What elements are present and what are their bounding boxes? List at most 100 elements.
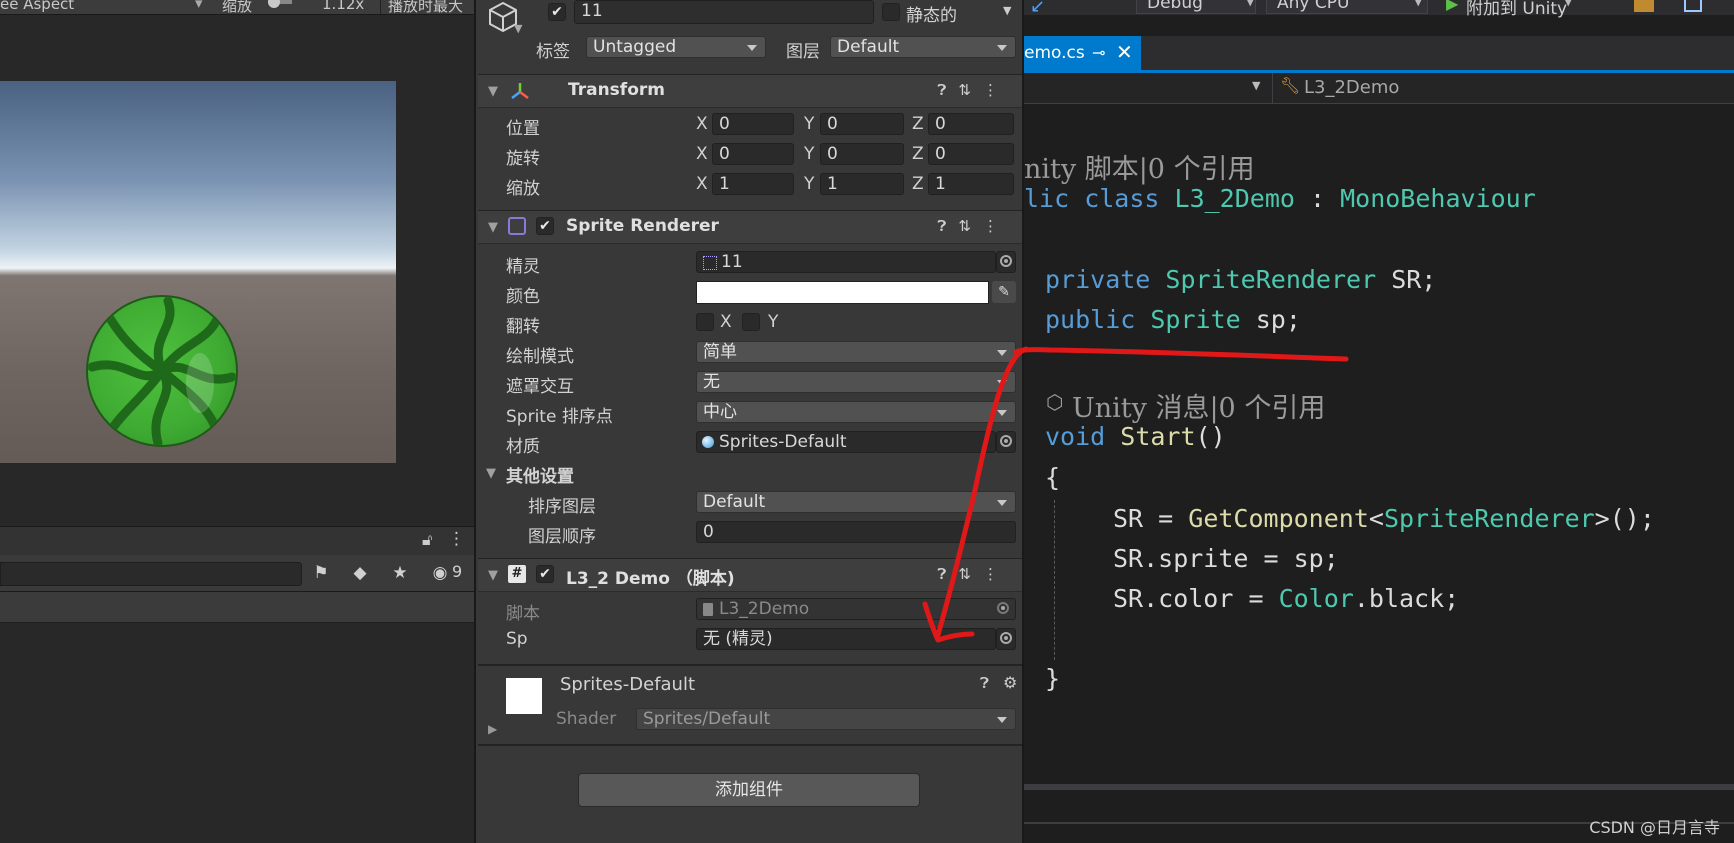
nav-back-icon[interactable]: ↙	[1030, 0, 1045, 17]
hierarchy-search-input[interactable]	[0, 562, 302, 586]
additional-settings-triangle-icon[interactable]: ▼	[486, 466, 496, 481]
code-line-field-sp[interactable]: public Sprite sp;	[1045, 305, 1301, 334]
code-brace-close[interactable]: }	[1045, 664, 1060, 693]
position-y-input[interactable]: 0	[820, 113, 904, 135]
position-x-input[interactable]: 0	[712, 113, 794, 135]
filter-icon[interactable]: ⚑	[310, 562, 332, 584]
material-name: Sprites-Default	[560, 674, 696, 695]
position-x-axis-label: X	[696, 114, 708, 134]
watermelon-stripes	[88, 297, 236, 445]
expand-triangle-icon[interactable]: ▶	[488, 722, 497, 736]
rotation-y-axis-label: Y	[804, 144, 815, 164]
window-icon[interactable]	[1684, 0, 1702, 12]
more-icon[interactable]: ⋮	[983, 81, 1010, 99]
help-icon[interactable]: ❓︎	[937, 81, 958, 99]
aspect-dropdown[interactable]: ee Aspect	[0, 0, 74, 13]
script-enabled-checkbox[interactable]: ✔	[536, 565, 554, 583]
order-in-layer-input[interactable]: 0	[696, 521, 1016, 543]
component-header-icons[interactable]: ❓︎⇅⋮	[937, 81, 1010, 99]
more-icon[interactable]: ⋮	[983, 565, 1010, 583]
collapse-triangle-icon[interactable]: ▼	[488, 568, 498, 583]
sorting-layer-dropdown[interactable]: Default	[696, 491, 1016, 513]
shader-dropdown[interactable]: Sprites/Default	[636, 708, 1016, 730]
attach-to-unity-button[interactable]: 附加到 Unity	[1466, 0, 1567, 19]
help-icon[interactable]: ❓︎	[937, 565, 958, 583]
code-line-field-sr[interactable]: private SpriteRenderer SR;	[1045, 265, 1436, 294]
hidden-eye-icon[interactable]: ◉	[428, 562, 452, 584]
find-icon[interactable]	[1634, 0, 1654, 12]
type-name: SpriteRenderer	[1383, 504, 1595, 533]
code-line-getcomponent[interactable]: SR = GetComponent<SpriteRenderer>();	[1113, 504, 1655, 533]
pin-icon[interactable]: ⊸	[1092, 36, 1105, 70]
component-header-icons[interactable]: ❓︎⇅⋮	[937, 217, 1010, 235]
object-name-input[interactable]: 11	[574, 0, 874, 24]
sprite-renderer-enabled-checkbox[interactable]: ✔	[536, 217, 554, 235]
presets-icon[interactable]: ⇅	[958, 565, 983, 583]
position-z-input[interactable]: 0	[928, 113, 1014, 135]
horizontal-scrollbar[interactable]	[1024, 784, 1734, 790]
sprite-field[interactable]: 11	[696, 251, 996, 273]
code-line-color-assign[interactable]: SR.color = Color.black;	[1113, 584, 1459, 613]
material-field[interactable]: Sprites-Default	[696, 431, 996, 453]
star-icon[interactable]: ★	[389, 562, 411, 584]
presets-icon[interactable]: ⇅	[958, 81, 983, 99]
icon-dropdown-chevron[interactable]: ▼	[514, 22, 522, 35]
rotation-y-input[interactable]: 0	[820, 143, 904, 165]
help-icon[interactable]: ❓︎	[980, 674, 989, 692]
material-picker-button[interactable]	[996, 431, 1016, 453]
maximize-on-play-button[interactable]: 播放时最大	[388, 0, 463, 16]
chevron-down-icon: ▾	[195, 0, 203, 12]
color-swatch[interactable]	[696, 281, 989, 304]
collapse-triangle-icon[interactable]: ▼	[488, 84, 498, 99]
layer-dropdown[interactable]: Default	[830, 36, 1016, 58]
scale-x-input[interactable]: 1	[712, 173, 794, 195]
codelens-unity-message[interactable]: Unity 消息|0 个引用	[1072, 386, 1325, 425]
codelens-references[interactable]: nity 脚本|0 个引用	[1024, 147, 1255, 186]
scale-y-input[interactable]: 1	[820, 173, 904, 195]
configuration-dropdown[interactable]: Debug	[1136, 0, 1256, 14]
flip-x-checkbox[interactable]	[696, 313, 714, 331]
collapse-triangle-icon[interactable]: ▼	[488, 220, 498, 235]
more-icon[interactable]: ⋮	[448, 529, 465, 549]
nav-class-dropdown[interactable]: L3_2Demo	[1304, 77, 1399, 98]
scale-slider-handle[interactable]	[268, 0, 280, 8]
component-header-icons[interactable]: ❓︎⇅⋮	[937, 565, 1010, 583]
sp-field[interactable]: 无 (精灵)	[696, 628, 996, 650]
script-component-header[interactable]: ▼ # ✔ L3_2 Demo （脚本) ❓︎⇅⋮	[478, 558, 1022, 592]
static-checkbox[interactable]	[882, 3, 900, 21]
editor-tab-active[interactable]: emo.cs ⊸ ✕	[1024, 36, 1141, 70]
chevron-down-icon[interactable]: ▼	[1252, 79, 1260, 92]
hierarchy-list[interactable]	[0, 592, 474, 623]
object-active-checkbox[interactable]: ✔	[548, 3, 566, 21]
presets-icon[interactable]: ⇅	[958, 217, 983, 235]
additional-settings-label[interactable]: 其他设置	[506, 462, 574, 487]
sprite-picker-button[interactable]	[996, 251, 1016, 273]
sp-picker-button[interactable]	[996, 628, 1016, 650]
lock-icon[interactable]: 🔓︎	[422, 530, 432, 550]
flip-y-checkbox[interactable]	[742, 313, 760, 331]
add-component-button[interactable]: 添加组件	[578, 773, 920, 807]
gear-icon[interactable]: ⚙	[1003, 673, 1017, 692]
close-icon[interactable]: ✕	[1116, 35, 1133, 69]
sprite-renderer-header[interactable]: ▼ ✔ Sprite Renderer ❓︎⇅⋮	[478, 210, 1022, 244]
tag-icon[interactable]: ◆	[349, 562, 371, 584]
code-brace-open[interactable]: {	[1045, 463, 1060, 492]
more-icon[interactable]: ⋮	[983, 217, 1010, 235]
static-chevron-down-icon[interactable]: ▼	[1003, 4, 1011, 17]
rotation-x-input[interactable]: 0	[712, 143, 794, 165]
code-line-sprite-assign[interactable]: SR.sprite = sp;	[1113, 544, 1339, 573]
scale-z-axis-label: Z	[912, 174, 924, 194]
transform-header[interactable]: ▼ Transform ❓︎⇅⋮	[478, 74, 1022, 108]
code-line-class-decl[interactable]: lic class L3_2Demo : MonoBehaviour	[1024, 184, 1536, 213]
rotation-z-input[interactable]: 0	[928, 143, 1014, 165]
help-icon[interactable]: ❓︎	[937, 217, 958, 235]
eyedropper-icon[interactable]: ✎	[992, 281, 1016, 303]
scale-z-input[interactable]: 1	[928, 173, 1014, 195]
sort-point-dropdown[interactable]: 中心	[696, 401, 1016, 423]
mask-interaction-dropdown[interactable]: 无	[696, 371, 1016, 393]
code-line-start[interactable]: void Start()	[1045, 422, 1226, 451]
play-icon[interactable]: ▶	[1446, 0, 1458, 13]
tag-dropdown[interactable]: Untagged	[586, 36, 766, 58]
platform-dropdown[interactable]: Any CPU	[1266, 0, 1428, 14]
draw-mode-dropdown[interactable]: 简单	[696, 341, 1016, 363]
